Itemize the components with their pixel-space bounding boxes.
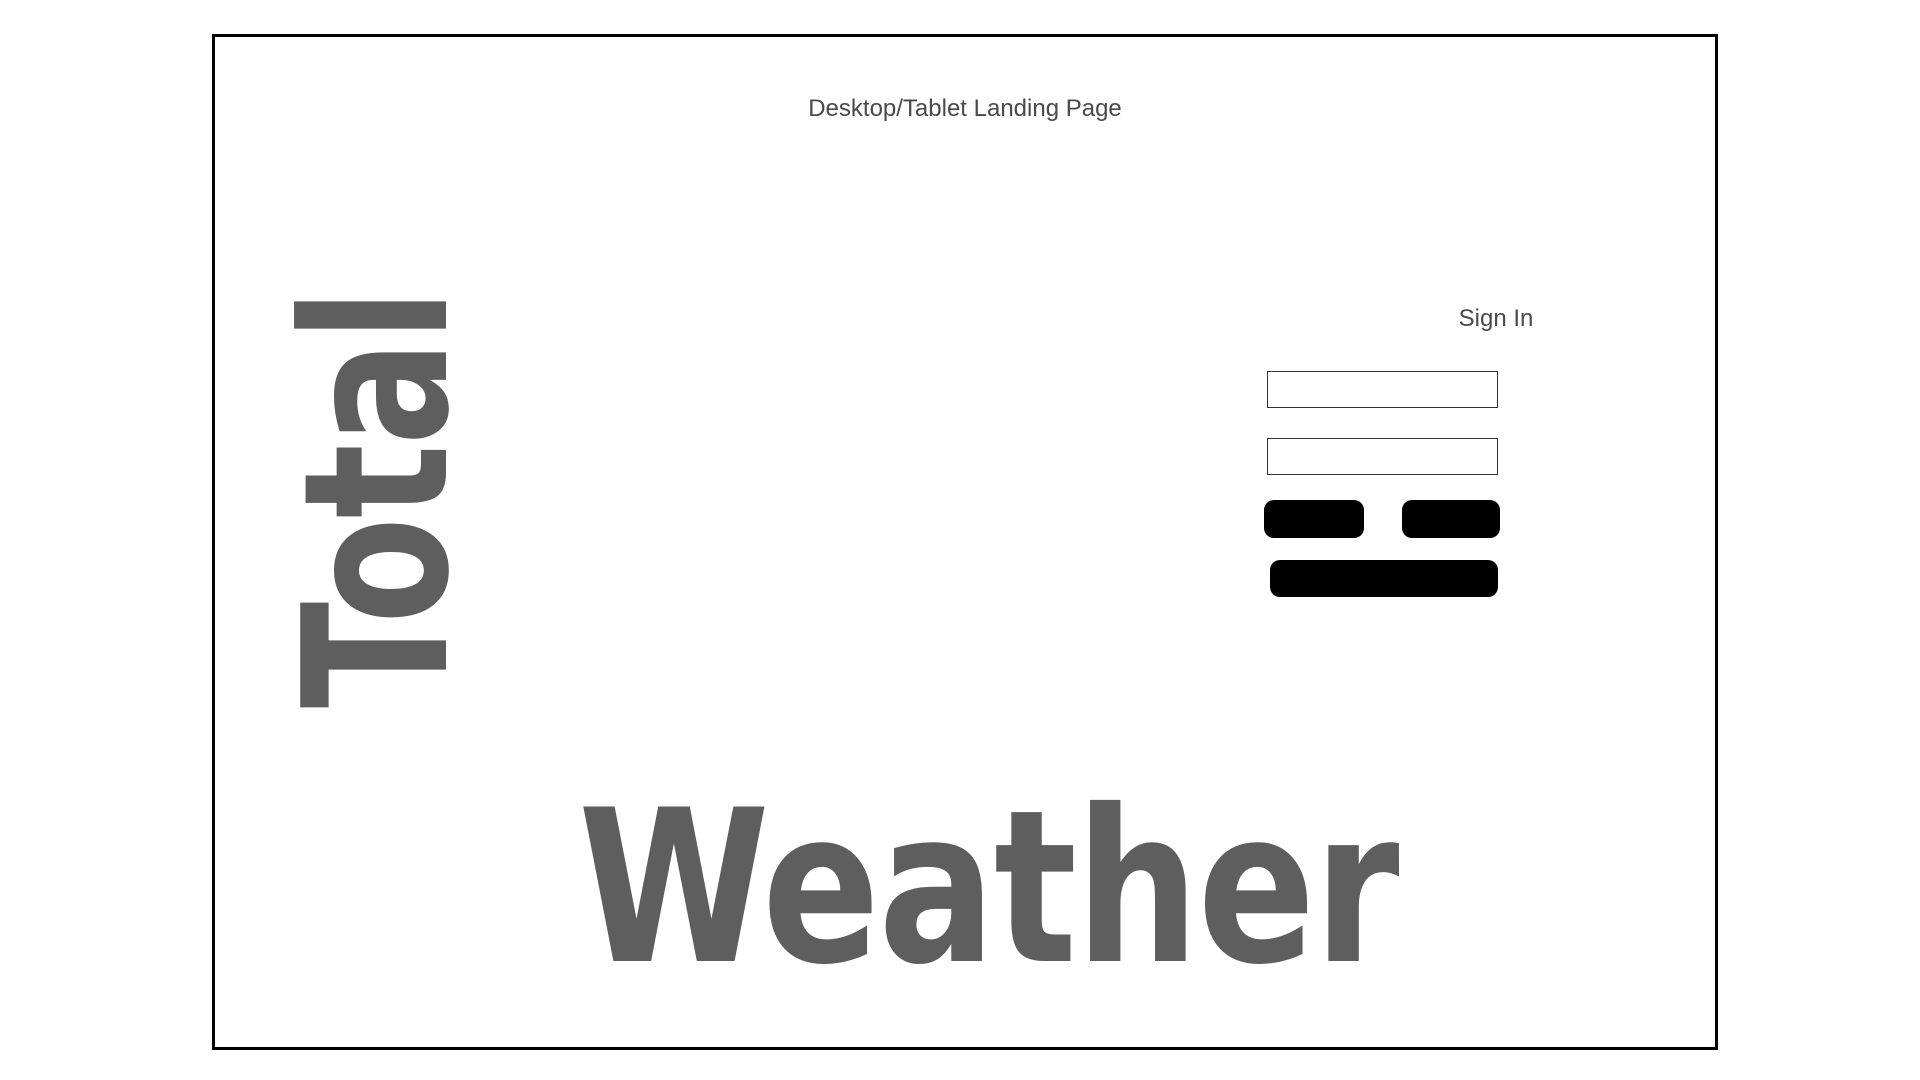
wordmark-weather: Weather (578, 764, 1399, 1011)
signin-button-left[interactable] (1264, 500, 1364, 538)
signin-heading: Sign In (1458, 305, 1534, 332)
signin-button-wide[interactable] (1270, 560, 1498, 597)
signin-button-right[interactable] (1402, 500, 1500, 538)
page-title: Desktop/Tablet Landing Page (808, 95, 1122, 122)
email-field[interactable] (1267, 371, 1498, 408)
wordmark-total: Total (261, 289, 494, 709)
wireframe-frame: Desktop/Tablet Landing Page Total Weathe… (212, 34, 1718, 1050)
password-field[interactable] (1267, 438, 1498, 475)
